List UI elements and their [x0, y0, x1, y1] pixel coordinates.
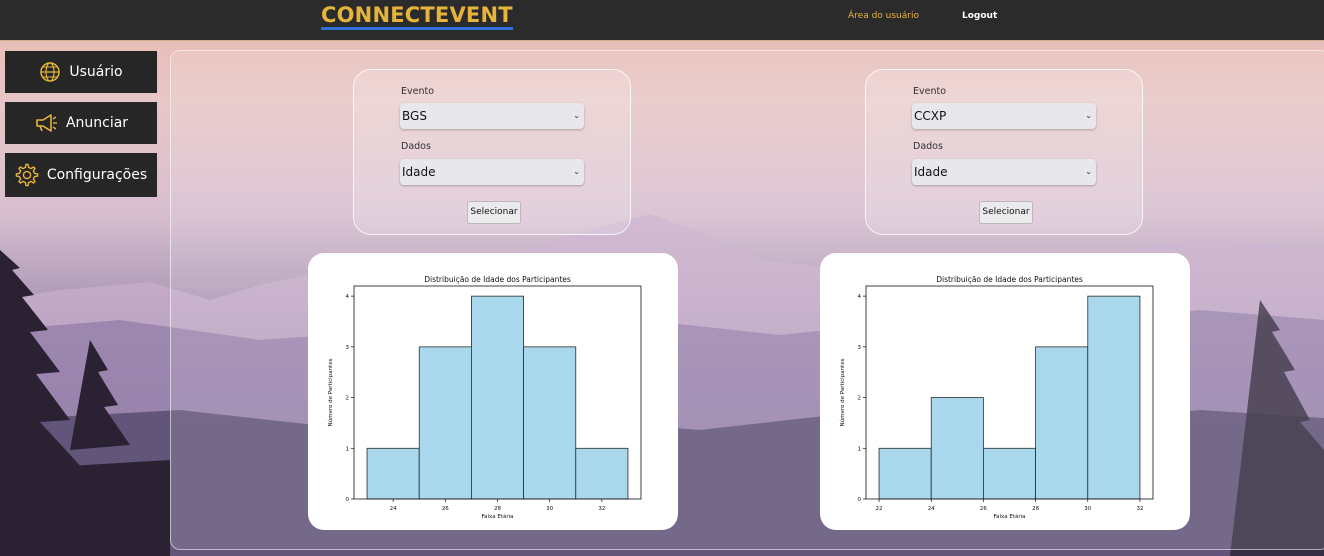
- x-tick-label: 30: [546, 506, 553, 512]
- y-axis-label: Número de Participantes: [839, 358, 846, 426]
- x-tick-label: 32: [1136, 506, 1143, 512]
- data-select[interactable]: Idade ⌄: [912, 159, 1096, 185]
- chevron-down-icon: ⌄: [573, 111, 580, 120]
- y-axis-label: Número de Participantes: [327, 358, 334, 426]
- histogram-bar: [983, 447, 1036, 500]
- event-label: Evento: [401, 86, 435, 97]
- histogram-bar: [1087, 295, 1141, 500]
- x-axis-label: Faixa Etária: [481, 513, 513, 520]
- y-tick-label: 2: [346, 396, 350, 402]
- y-tick-label: 4: [346, 294, 350, 300]
- y-tick-label: 4: [858, 294, 862, 300]
- x-tick-label: 32: [598, 506, 605, 512]
- data-select-value: Idade: [914, 165, 948, 179]
- x-tick-label: 30: [1084, 506, 1091, 512]
- data-label: Dados: [401, 141, 431, 152]
- top-navbar: CONNECTEVENT Área do usuário Logout: [0, 0, 1324, 41]
- event-select[interactable]: BGS ⌄: [400, 103, 584, 129]
- x-tick-label: 26: [980, 506, 987, 512]
- x-tick-label: 24: [390, 506, 397, 512]
- x-tick-label: 28: [494, 506, 501, 512]
- chart-title: Distribuição de Idade dos Participantes: [424, 275, 571, 284]
- age-histogram-left: Distribuição de Idade dos Participantes 2…: [327, 275, 642, 520]
- chevron-down-icon: ⌄: [1085, 111, 1092, 120]
- event-select[interactable]: CCXP ⌄: [912, 103, 1096, 129]
- chevron-down-icon: ⌄: [1085, 167, 1092, 176]
- event-label: Evento: [913, 86, 947, 97]
- data-label: Dados: [913, 141, 943, 152]
- y-tick-label: 2: [858, 396, 862, 402]
- age-histogram-right: Distribuição de Idade dos Participantes 2…: [839, 275, 1154, 520]
- chevron-down-icon: ⌄: [573, 167, 580, 176]
- event-select-value: CCXP: [914, 109, 947, 123]
- gear-icon: [15, 163, 39, 187]
- histogram-bar: [471, 295, 524, 500]
- y-tick-label: 0: [346, 497, 350, 503]
- x-axis-label: Faixa Etária: [993, 513, 1025, 520]
- event-form-card-right: Evento CCXP ⌄ Dados Idade ⌄ Selecionar: [865, 69, 1143, 235]
- data-select-value: Idade: [402, 165, 436, 179]
- histogram-bar: [1035, 346, 1089, 500]
- user-area-link[interactable]: Área do usuário: [848, 11, 919, 21]
- histogram-bar: [418, 346, 472, 500]
- sidebar-item-label: Configurações: [46, 167, 148, 183]
- globe-icon: [40, 62, 61, 82]
- x-tick-label: 26: [442, 506, 449, 512]
- data-select[interactable]: Idade ⌄: [400, 159, 584, 185]
- histogram-bar: [575, 447, 629, 500]
- y-tick-label: 0: [858, 497, 862, 503]
- sidebar-item-label: Usuário: [69, 64, 123, 80]
- y-tick-label: 1: [858, 446, 862, 452]
- chart-card-left: Distribuição de Idade dos Participantes 2…: [308, 253, 678, 530]
- chart-card-right: Distribuição de Idade dos Participantes 2…: [820, 253, 1190, 530]
- y-tick-label: 3: [858, 345, 862, 351]
- event-select-value: BGS: [402, 109, 427, 123]
- y-tick-label: 3: [346, 345, 350, 351]
- event-form-card-left: Evento BGS ⌄ Dados Idade ⌄ Selecionar: [353, 69, 631, 235]
- megaphone-icon: [36, 114, 57, 132]
- sidebar-item-usuario[interactable]: Usuário: [5, 51, 157, 93]
- sidebar-item-configuracoes[interactable]: Configurações: [5, 153, 157, 197]
- app-logo[interactable]: CONNECTEVENT: [321, 3, 513, 30]
- sidebar-item-label: Anunciar: [65, 115, 129, 131]
- select-button[interactable]: Selecionar: [979, 201, 1033, 224]
- histogram-bar: [366, 447, 420, 500]
- y-tick-label: 1: [346, 446, 350, 452]
- x-tick-label: 28: [1032, 506, 1039, 512]
- chart-title: Distribuição de Idade dos Participantes: [936, 275, 1083, 284]
- histogram-bar: [878, 447, 932, 500]
- select-button[interactable]: Selecionar: [467, 201, 521, 224]
- x-tick-label: 22: [876, 506, 883, 512]
- histogram-bar: [523, 346, 577, 500]
- sidebar-item-anunciar[interactable]: Anunciar: [5, 102, 157, 144]
- x-tick-label: 24: [928, 506, 935, 512]
- histogram-bar: [930, 397, 984, 500]
- logout-link[interactable]: Logout: [962, 11, 997, 21]
